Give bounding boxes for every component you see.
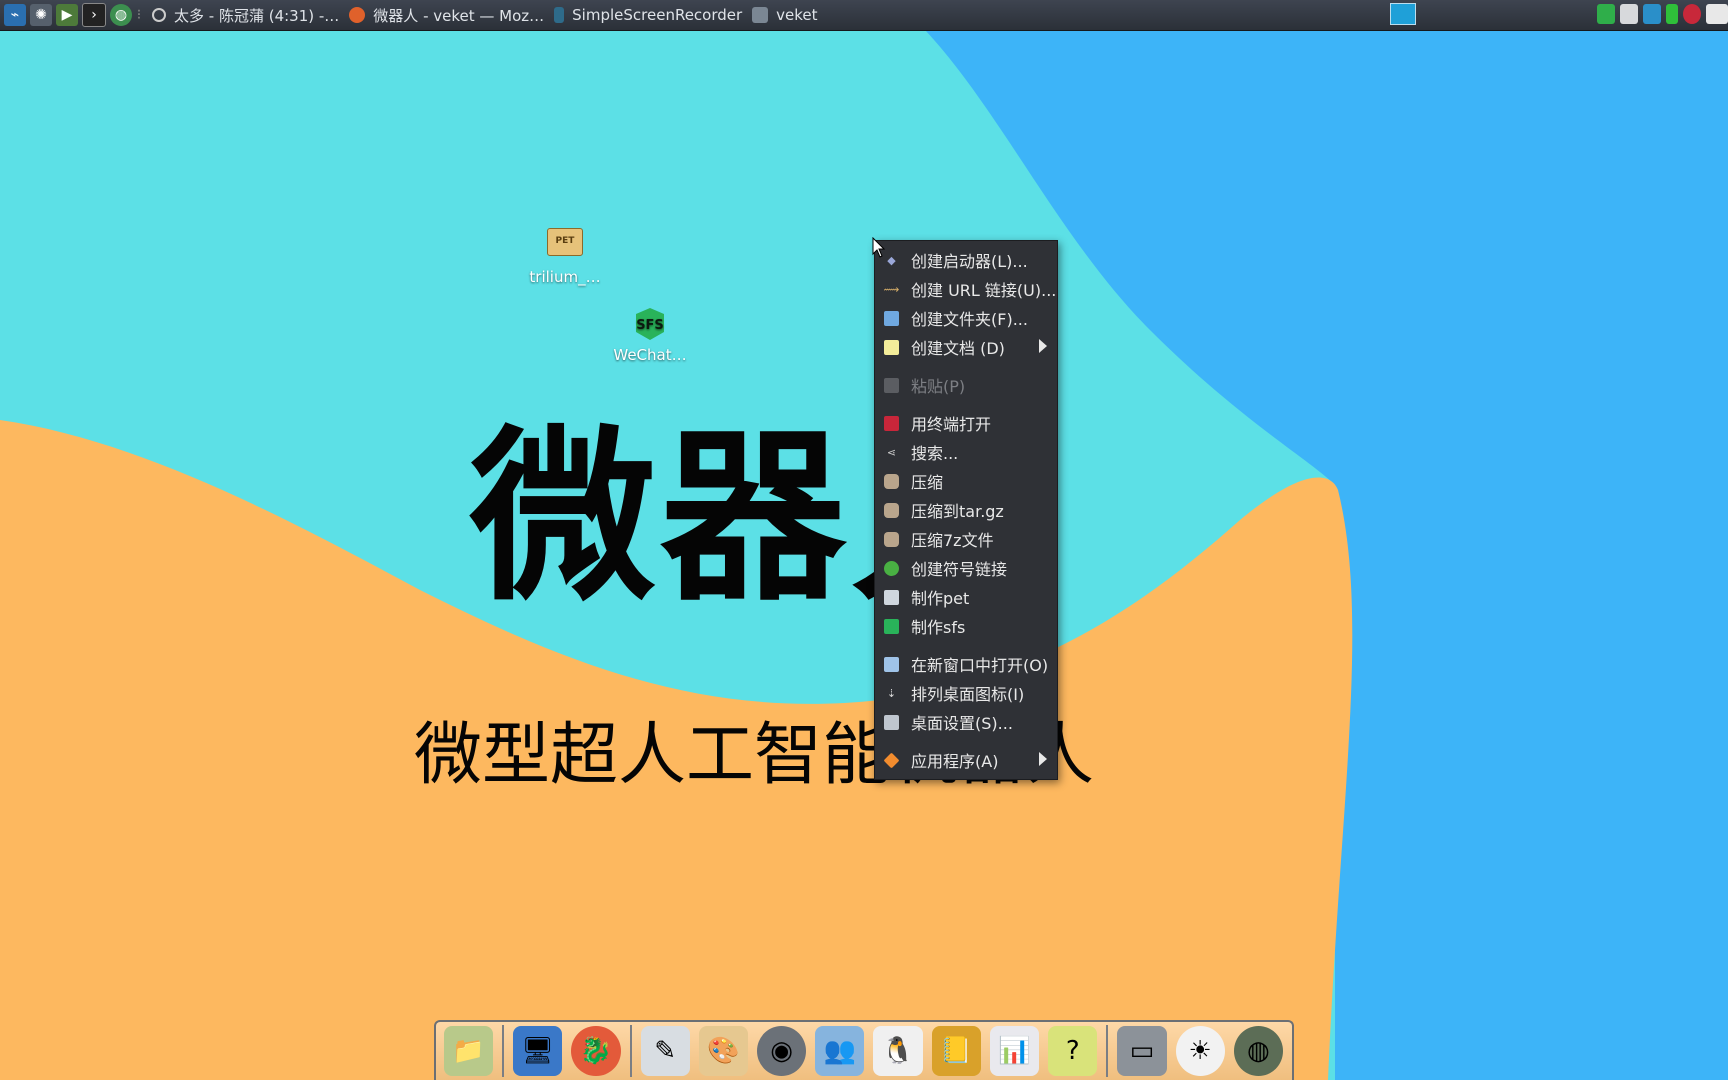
task-label: veket (776, 6, 818, 24)
url-link-icon: ⟿ (883, 282, 900, 296)
menu-item-arrange-icons[interactable]: ⇣ 排列桌面图标(I) (875, 680, 1057, 706)
task-label: 太多 - 陈冠蒲 (4:31) -… (174, 6, 340, 25)
paste-icon (884, 377, 899, 393)
paint-icon[interactable]: 🎨 (698, 1026, 749, 1076)
menu-item-make-sfs[interactable]: 制作sfs (875, 613, 1057, 639)
task-file-manager[interactable]: veket (752, 6, 818, 24)
task-music-player[interactable]: 太多 - 陈冠蒲 (4:31) -… (152, 5, 339, 26)
menu-item-create-folder[interactable]: 创建文件夹(F)... (875, 305, 1057, 331)
desktop-context-menu: ◆ 创建启动器(L)... ⟿ 创建 URL 链接(U)... 创建文件夹(F)… (874, 240, 1058, 780)
desktop-switch-icon[interactable] (1390, 3, 1416, 25)
clipboard-icon[interactable] (1620, 4, 1638, 24)
dock-separator (502, 1025, 505, 1077)
compress-icon (884, 531, 899, 547)
menu-item-create-document[interactable]: 创建文档 (D) (875, 334, 1057, 360)
play-icon[interactable]: ▶ (56, 4, 78, 26)
desktop-settings-icon (884, 714, 899, 730)
folder-icon (884, 310, 899, 326)
compress-icon (884, 502, 899, 518)
folder-icon (752, 7, 769, 23)
sfs-package-icon: SFS (632, 306, 668, 342)
submenu-arrow-icon (1039, 339, 1047, 353)
mouse-cursor-icon (872, 237, 886, 258)
task-label: 微器人 - veket — Moz… (373, 6, 545, 25)
submenu-arrow-icon (1039, 752, 1047, 766)
svg-text:SFS: SFS (636, 318, 664, 333)
menu-item-compress-7z[interactable]: 压缩7z文件 (875, 526, 1057, 552)
system-monitor-icon[interactable]: ⌁ (4, 4, 26, 26)
menu-item-compress[interactable]: 压缩 (875, 468, 1057, 494)
chart-icon[interactable]: 📊 (989, 1026, 1040, 1076)
launcher-icon: ◆ (887, 253, 896, 267)
music-icon (152, 8, 166, 22)
dock-separator (629, 1025, 632, 1077)
document-icon (884, 339, 899, 355)
desktop-icon-trilium[interactable]: PET trilium_… (520, 228, 610, 286)
bottom-dock: 📁 🖥 🐉 ✎ 🎨 ◉ 👥 🐧 📒 📊 ? ▭ ☀ ◍ (434, 1020, 1294, 1080)
book-icon[interactable]: 📒 (931, 1026, 981, 1076)
task-screen-recorder[interactable]: SimpleScreenRecorder (554, 6, 742, 24)
symlink-icon (884, 560, 899, 576)
menu-item-open-new-window[interactable]: 在新窗口中打开(O) (875, 651, 1057, 677)
menu-item-paste[interactable]: 粘贴(P) (875, 372, 1057, 398)
users-icon[interactable]: 👥 (815, 1026, 865, 1076)
task-label: SimpleScreenRecorder (572, 6, 743, 24)
menu-item-compress-targz[interactable]: 压缩到tar.gz (875, 497, 1057, 523)
terminal-icon[interactable]: › (82, 3, 106, 27)
drive-icon[interactable]: ▭ (1117, 1026, 1167, 1076)
settings-icon[interactable]: ✺ (30, 4, 52, 26)
dragon-icon[interactable]: 🐉 (571, 1026, 621, 1076)
keyboard-icon[interactable] (1706, 4, 1728, 24)
network-icon[interactable] (1643, 4, 1661, 24)
globe-icon[interactable]: ◍ (1233, 1026, 1283, 1076)
task-firefox[interactable]: 微器人 - veket — Moz… (349, 5, 544, 26)
menu-item-create-launcher[interactable]: ◆ 创建启动器(L)... (875, 247, 1057, 273)
brightness-icon[interactable]: ☀ (1175, 1026, 1225, 1076)
system-tray (1592, 4, 1728, 24)
top-taskbar: ⌁ ✺ ▶ › ◍ ⁝ 太多 - 陈冠蒲 (4:31) -… 微器人 - vek… (0, 0, 1728, 31)
firefox-icon (349, 7, 366, 23)
globe-icon[interactable]: ◍ (110, 4, 132, 26)
menu-item-create-symlink[interactable]: 创建符号链接 (875, 555, 1057, 581)
desktop-icon-label: trilium_… (529, 268, 601, 286)
menu-item-applications[interactable]: 应用程序(A) (875, 747, 1057, 773)
pet-package-icon: PET (547, 228, 583, 256)
menu-item-search[interactable]: ⋖ 搜索... (875, 439, 1057, 465)
notepad-icon[interactable]: ✎ (640, 1026, 690, 1076)
menu-item-create-url-link[interactable]: ⟿ 创建 URL 链接(U)... (875, 276, 1057, 302)
search-icon: ⋖ (886, 445, 897, 459)
separator-icon: ⁝ (136, 7, 142, 23)
record-icon[interactable] (1683, 4, 1701, 24)
recorder-icon (554, 7, 565, 23)
pet-icon (884, 589, 899, 605)
desktop-icon-label: WeChat… (613, 346, 687, 364)
file-manager-icon[interactable]: 📁 (444, 1026, 494, 1076)
terminal-icon (884, 415, 899, 431)
shield-icon[interactable] (1597, 4, 1615, 24)
desktop-icon-wechat[interactable]: SFS WeChat… (604, 306, 696, 364)
help-icon[interactable]: ? (1048, 1026, 1098, 1076)
menu-item-open-terminal[interactable]: 用终端打开 (875, 410, 1057, 436)
media-player-icon[interactable]: ◉ (757, 1026, 807, 1076)
sort-icon: ⇣ (886, 686, 897, 700)
applications-icon (883, 752, 900, 768)
compress-icon (884, 473, 899, 489)
menu-item-desktop-settings[interactable]: 桌面设置(S)... (875, 709, 1057, 735)
menu-item-make-pet[interactable]: 制作pet (875, 584, 1057, 610)
battery-icon[interactable] (1666, 4, 1678, 24)
new-window-icon (884, 656, 899, 672)
sfs-icon (884, 618, 899, 634)
monitor-icon[interactable]: 🖥 (513, 1026, 563, 1076)
dock-separator (1106, 1025, 1109, 1077)
penguin-icon[interactable]: 🐧 (873, 1026, 923, 1076)
